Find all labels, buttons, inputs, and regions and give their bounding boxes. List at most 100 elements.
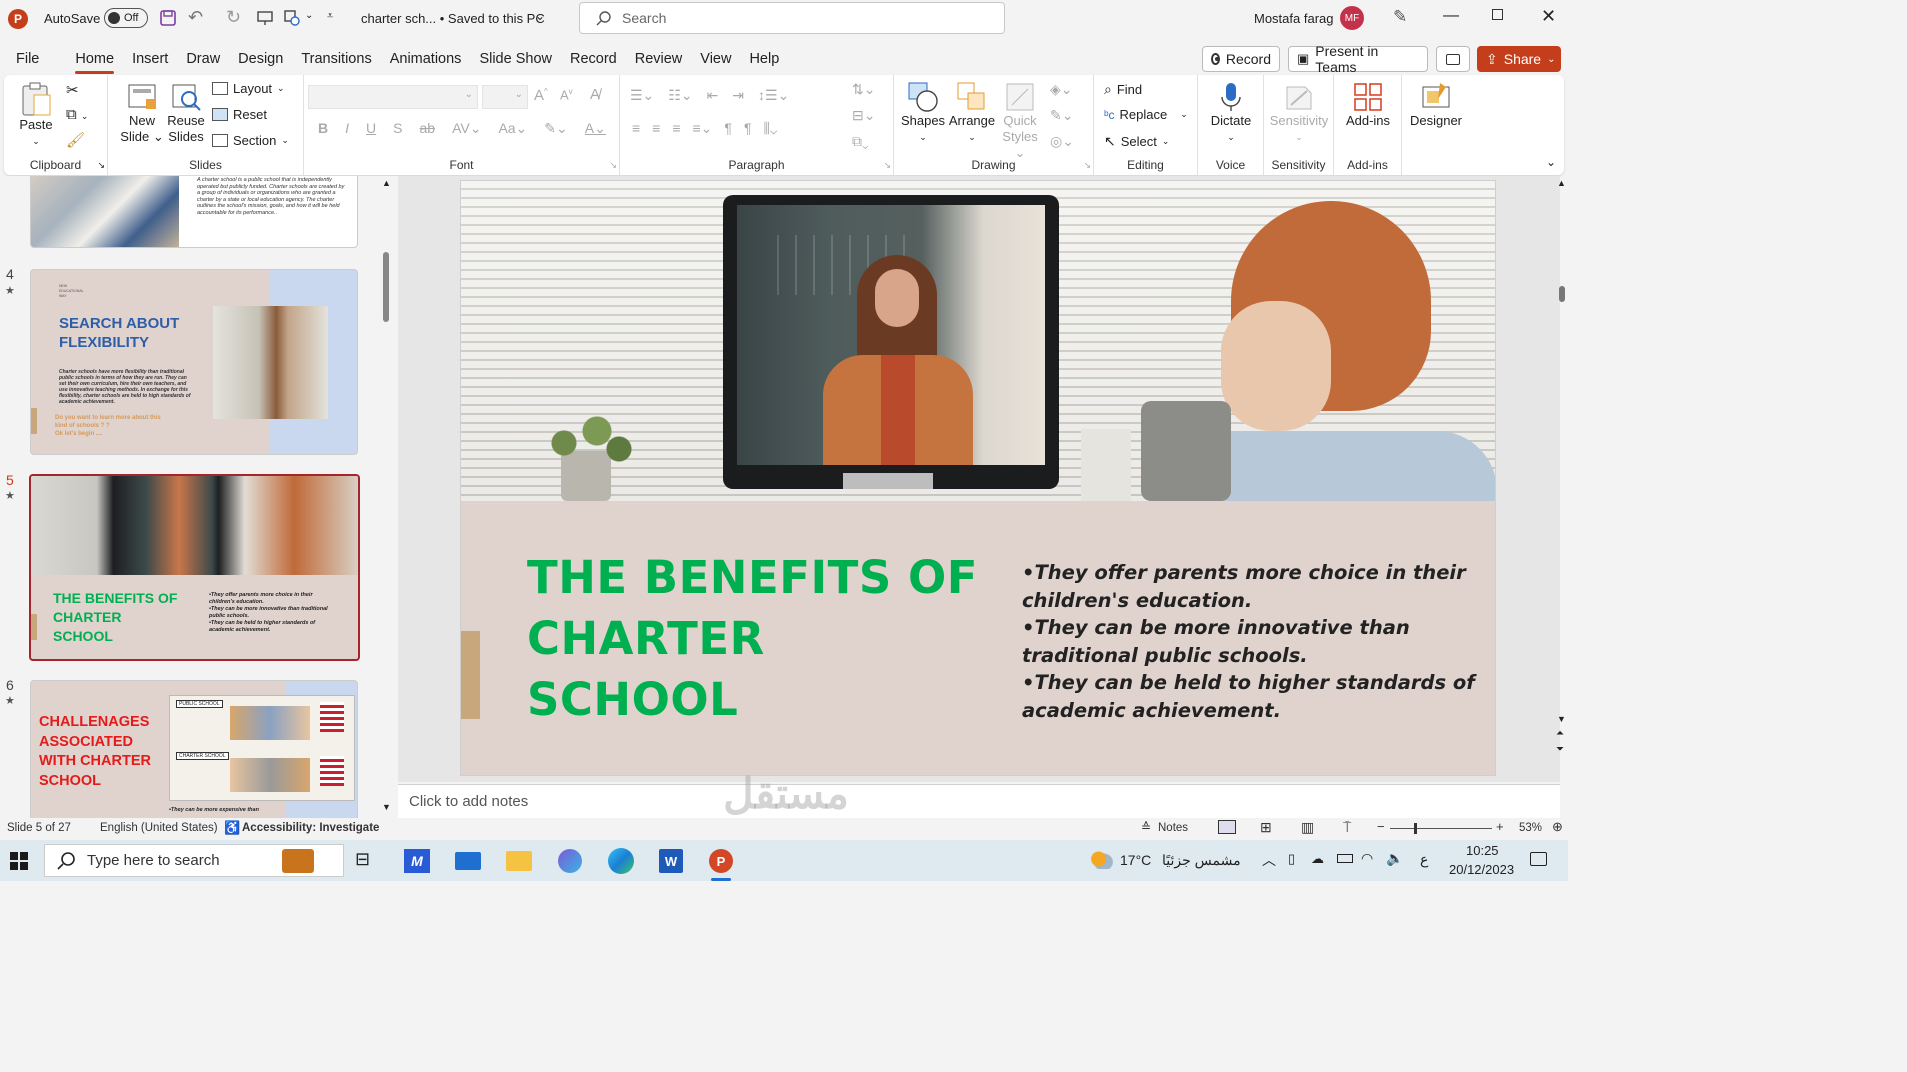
shape-outline-icon[interactable]: ✎⌄	[1050, 107, 1073, 124]
clear-formatting-icon[interactable]: A̸	[590, 86, 600, 103]
sensitivity-button[interactable]: Sensitivity ⌄	[1266, 81, 1332, 145]
align-center-icon[interactable]: ≡	[652, 120, 660, 137]
chevron-down-icon[interactable]: ⌄	[305, 10, 313, 21]
change-case-icon[interactable]: Aa⌄	[498, 120, 527, 137]
zoom-slider[interactable]	[1390, 823, 1492, 834]
ltr-icon[interactable]: ¶	[724, 120, 732, 137]
clock-date[interactable]: 20/12/2023	[1449, 862, 1514, 877]
save-icon[interactable]	[159, 9, 177, 27]
tab-slide-show[interactable]: Slide Show	[470, 44, 561, 74]
font-size-select[interactable]: ⌄	[482, 85, 528, 109]
increase-font-icon[interactable]: A^	[534, 87, 548, 104]
restore-icon[interactable]	[1492, 9, 1503, 20]
notification-icon[interactable]	[1530, 852, 1547, 866]
file-explorer-icon[interactable]	[506, 851, 532, 871]
decrease-indent-icon[interactable]: ⇤	[707, 87, 719, 104]
user-name[interactable]: Mostafa farag	[1254, 11, 1334, 26]
character-spacing-icon[interactable]: AV⌄	[452, 120, 481, 137]
new-slide-button[interactable]: New Slide ⌄	[118, 81, 166, 145]
tab-file[interactable]: File	[7, 44, 48, 74]
undo-icon[interactable]: ↶	[188, 7, 203, 28]
present-in-teams-button[interactable]: ▣ Present in Teams	[1288, 43, 1428, 75]
language-indicator[interactable]: English (United States)	[100, 822, 218, 834]
dialog-launcher-icon[interactable]: ↘	[1083, 160, 1091, 171]
dialog-launcher-icon[interactable]: ↘	[97, 160, 105, 171]
copy-icon[interactable]: ⧉ ⌄	[66, 106, 88, 123]
slide-bullets[interactable]: •They offer parents more choice in their…	[1022, 559, 1482, 724]
slide-thumbnail[interactable]: CHALLENAGES ASSOCIATED WITH CHARTER SCHOOL …	[30, 680, 358, 818]
align-right-icon[interactable]: ≡	[672, 120, 680, 137]
edge-icon[interactable]	[608, 848, 634, 874]
device-icon[interactable]: ▯	[1288, 851, 1295, 867]
scroll-up-icon[interactable]: ▲	[382, 178, 391, 188]
slide-thumbnail[interactable]: NEW EDUCATIONAL WAY SEARCH ABOUT FLEXIBILIT…	[30, 269, 358, 455]
columns-icon[interactable]: ⫼⌄	[763, 120, 777, 137]
scroll-down-icon[interactable]: ▼	[1557, 714, 1566, 724]
dialog-launcher-icon[interactable]: ↘	[883, 160, 891, 171]
reading-view-icon[interactable]: ▥	[1301, 819, 1314, 836]
redo-icon[interactable]: ↻	[226, 7, 241, 28]
cut-icon[interactable]: ✂	[66, 81, 79, 99]
shapes-button[interactable]: Shapes ⌄	[900, 81, 946, 145]
justify-icon[interactable]: ≡⌄	[693, 120, 713, 137]
align-text-icon[interactable]: ⊟⌄	[852, 107, 875, 124]
slideshow-view-icon[interactable]: ⍑	[1343, 819, 1351, 836]
dialog-launcher-icon[interactable]: ↘	[609, 160, 617, 171]
battery-icon[interactable]	[1337, 854, 1353, 863]
tab-design[interactable]: Design	[229, 44, 292, 74]
briefcase-icon[interactable]	[282, 849, 314, 873]
fit-slide-icon[interactable]: ⊕	[1552, 819, 1563, 835]
tab-home[interactable]: Home	[66, 44, 123, 74]
previous-slide-icon[interactable]: ⏶	[1556, 728, 1564, 739]
volume-icon[interactable]: 🔈	[1386, 850, 1403, 867]
app-icon-hex[interactable]	[558, 849, 582, 873]
shape-effects-icon[interactable]: ◎⌄	[1050, 133, 1074, 150]
temperature[interactable]: 17°C	[1120, 852, 1151, 868]
smartart-icon[interactable]: ⧉⌄	[852, 133, 869, 150]
minimize-icon[interactable]: —	[1443, 7, 1459, 25]
avatar[interactable]: MF	[1340, 6, 1364, 30]
zoom-out-icon[interactable]: −	[1377, 819, 1385, 834]
collapse-ribbon-icon[interactable]: ⌄	[1546, 155, 1556, 169]
replace-button[interactable]: ᵇc Replace ⌄	[1104, 107, 1188, 122]
customize-toolbar-icon[interactable]: ⩡	[327, 10, 333, 23]
accessibility-status[interactable]: Accessibility: Investigate	[242, 822, 379, 834]
present-from-start-icon[interactable]	[256, 9, 274, 27]
notes-button[interactable]: Notes	[1158, 822, 1188, 834]
slide-counter[interactable]: Slide 5 of 27	[7, 822, 71, 834]
section-button[interactable]: Section ⌄	[212, 133, 289, 148]
scroll-thumb[interactable]	[383, 252, 389, 322]
designer-button[interactable]: Designer	[1406, 81, 1466, 129]
shadow-icon[interactable]: S	[393, 120, 402, 137]
addins-button[interactable]: Add-ins	[1338, 81, 1398, 129]
search-box[interactable]: Search	[579, 2, 1005, 34]
bold-icon[interactable]: B	[318, 120, 328, 137]
underline-icon[interactable]: U	[366, 120, 376, 137]
tab-review[interactable]: Review	[626, 44, 692, 74]
quick-styles-button[interactable]: Quick Styles ⌄	[998, 81, 1042, 161]
document-title[interactable]: charter sch... • Saved to this PC	[361, 11, 545, 26]
normal-view-icon[interactable]	[1218, 820, 1236, 834]
slide-title[interactable]: THE BENEFITS OF CHARTER SCHOOL	[527, 547, 978, 730]
decrease-font-icon[interactable]: Av	[560, 87, 573, 102]
task-view-icon[interactable]: ⊟	[355, 849, 370, 870]
scroll-thumb[interactable]	[1559, 286, 1565, 302]
scroll-up-icon[interactable]: ▲	[1557, 178, 1566, 188]
strikethrough-icon[interactable]: ab	[419, 120, 435, 137]
highlight-icon[interactable]: ✎⌄	[544, 120, 567, 137]
rtl-icon[interactable]: ¶	[744, 120, 752, 137]
autosave-toggle[interactable]: Off	[104, 8, 148, 28]
increase-indent-icon[interactable]: ⇥	[732, 87, 744, 104]
text-direction-icon[interactable]: ⇅⌄	[852, 81, 875, 98]
input-language[interactable]: ع	[1420, 851, 1428, 868]
tab-help[interactable]: Help	[740, 44, 788, 74]
cloud-off-icon[interactable]: ☁	[1311, 851, 1324, 867]
close-icon[interactable]: ✕	[1541, 6, 1556, 27]
zoom-in-icon[interactable]: +	[1496, 819, 1504, 834]
dictate-button[interactable]: Dictate ⌄	[1204, 81, 1258, 145]
shapes-quick-icon[interactable]	[283, 9, 301, 27]
find-button[interactable]: ⌕ Find	[1104, 81, 1142, 98]
current-slide[interactable]: THE BENEFITS OF CHARTER SCHOOL •They off…	[460, 180, 1496, 776]
wifi-icon[interactable]: ◠	[1361, 850, 1373, 867]
pen-icon[interactable]: ✎	[1393, 7, 1407, 27]
